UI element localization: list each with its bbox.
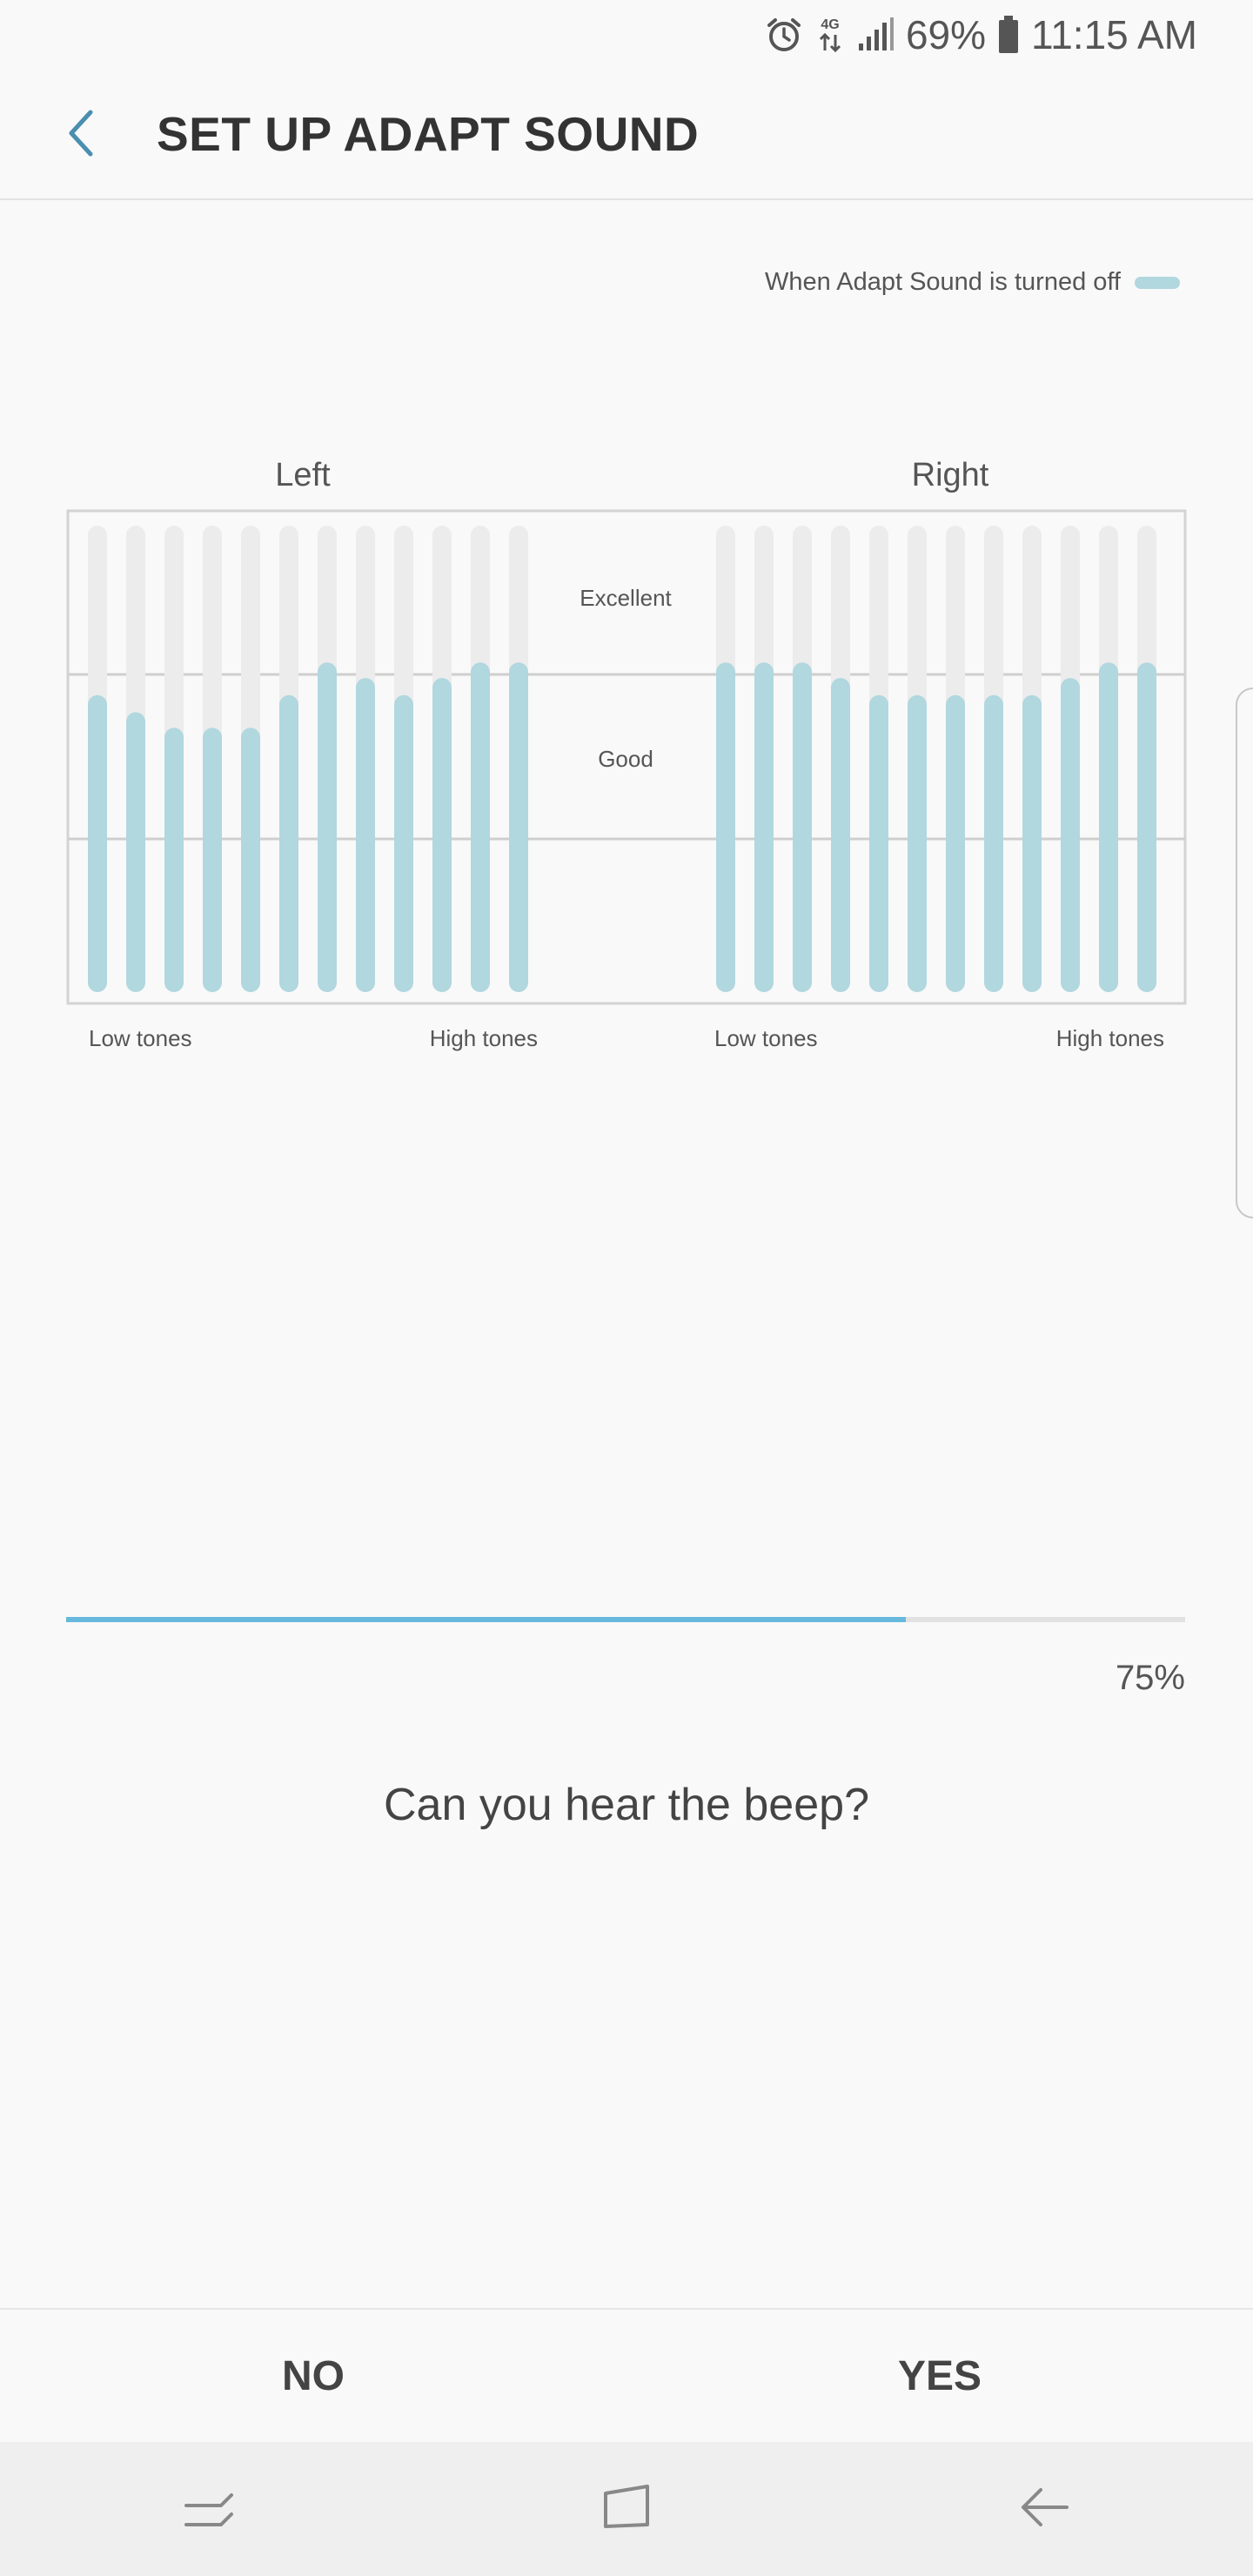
question-text: Can you hear the beep?	[384, 1780, 869, 1830]
bar-right-2	[754, 662, 774, 992]
bar-left-11	[471, 662, 490, 992]
bar-left-5	[241, 728, 260, 992]
x-end-label-right: High tones	[1056, 1025, 1164, 1051]
bar-left-9	[394, 694, 413, 992]
panel-title-right: Right	[912, 457, 989, 493]
app-bar: SET UP ADAPT SOUND	[0, 70, 1253, 200]
level-label-excellent: Excellent	[580, 585, 672, 611]
home-button[interactable]	[548, 2457, 705, 2561]
x-end-label-left: High tones	[430, 1025, 538, 1051]
bar-right-3	[793, 662, 812, 992]
chart-legend: When Adapt Sound is turned off	[765, 268, 1180, 297]
bar-right-9	[1022, 694, 1042, 992]
alarm-icon	[765, 16, 803, 54]
svg-text:4G: 4G	[821, 17, 839, 32]
signal-icon	[857, 17, 894, 52]
bar-left-1	[88, 694, 107, 992]
x-start-label-left: Low tones	[89, 1025, 192, 1051]
bar-left-12	[509, 662, 528, 992]
no-button[interactable]: NO	[0, 2310, 626, 2442]
bar-right-4	[831, 678, 850, 992]
yes-button[interactable]: YES	[626, 2310, 1253, 2442]
bar-right-7	[946, 694, 965, 992]
hearing-chart: Left Right Excellent Good Low tones High…	[0, 435, 1253, 1097]
recent-apps-button[interactable]	[131, 2457, 287, 2561]
bar-left-6	[279, 694, 298, 992]
bar-left-8	[356, 678, 375, 992]
bar-left-4	[203, 728, 222, 992]
edge-panel-handle[interactable]	[1236, 688, 1253, 1218]
bar-left-10	[432, 678, 452, 992]
network-data-icon: 4G	[815, 14, 845, 56]
legend-swatch	[1135, 276, 1180, 289]
bars-right	[716, 526, 1156, 992]
bar-right-6	[908, 694, 927, 992]
hearing-chart-svg: Left Right Excellent Good Low tones High…	[66, 457, 1187, 1051]
status-time: 11:15 AM	[1031, 12, 1197, 57]
navigation-bar	[0, 2442, 1253, 2576]
bar-right-5	[869, 694, 888, 992]
chevron-left-icon	[63, 107, 97, 164]
x-start-label-right: Low tones	[714, 1025, 818, 1051]
panel-title-left: Left	[275, 457, 331, 493]
bar-left-2	[126, 712, 145, 992]
answer-buttons: NO YES	[0, 2308, 1253, 2442]
legend-label: When Adapt Sound is turned off	[765, 268, 1121, 296]
progress-percent: 75%	[1115, 1659, 1185, 1697]
bar-left-3	[164, 728, 184, 992]
progress-bar	[66, 1617, 1185, 1622]
back-arrow-icon	[1016, 2481, 1072, 2538]
battery-icon	[998, 16, 1019, 54]
bar-right-1	[716, 662, 735, 992]
bar-right-11	[1099, 662, 1118, 992]
bar-right-12	[1137, 662, 1156, 992]
back-nav-button[interactable]	[966, 2457, 1122, 2561]
home-icon	[600, 2481, 653, 2538]
bars-left	[88, 526, 528, 992]
recent-apps-icon	[183, 2481, 235, 2538]
page-title: SET UP ADAPT SOUND	[157, 107, 700, 161]
battery-percent: 69%	[905, 12, 987, 57]
status-bar: 4G 69% 11:15 AM	[0, 0, 1253, 70]
level-label-good: Good	[598, 746, 653, 772]
back-button[interactable]	[45, 96, 115, 174]
progress-fill	[66, 1617, 906, 1622]
bar-right-10	[1061, 678, 1080, 992]
bar-left-7	[318, 662, 337, 992]
bar-right-8	[984, 694, 1003, 992]
